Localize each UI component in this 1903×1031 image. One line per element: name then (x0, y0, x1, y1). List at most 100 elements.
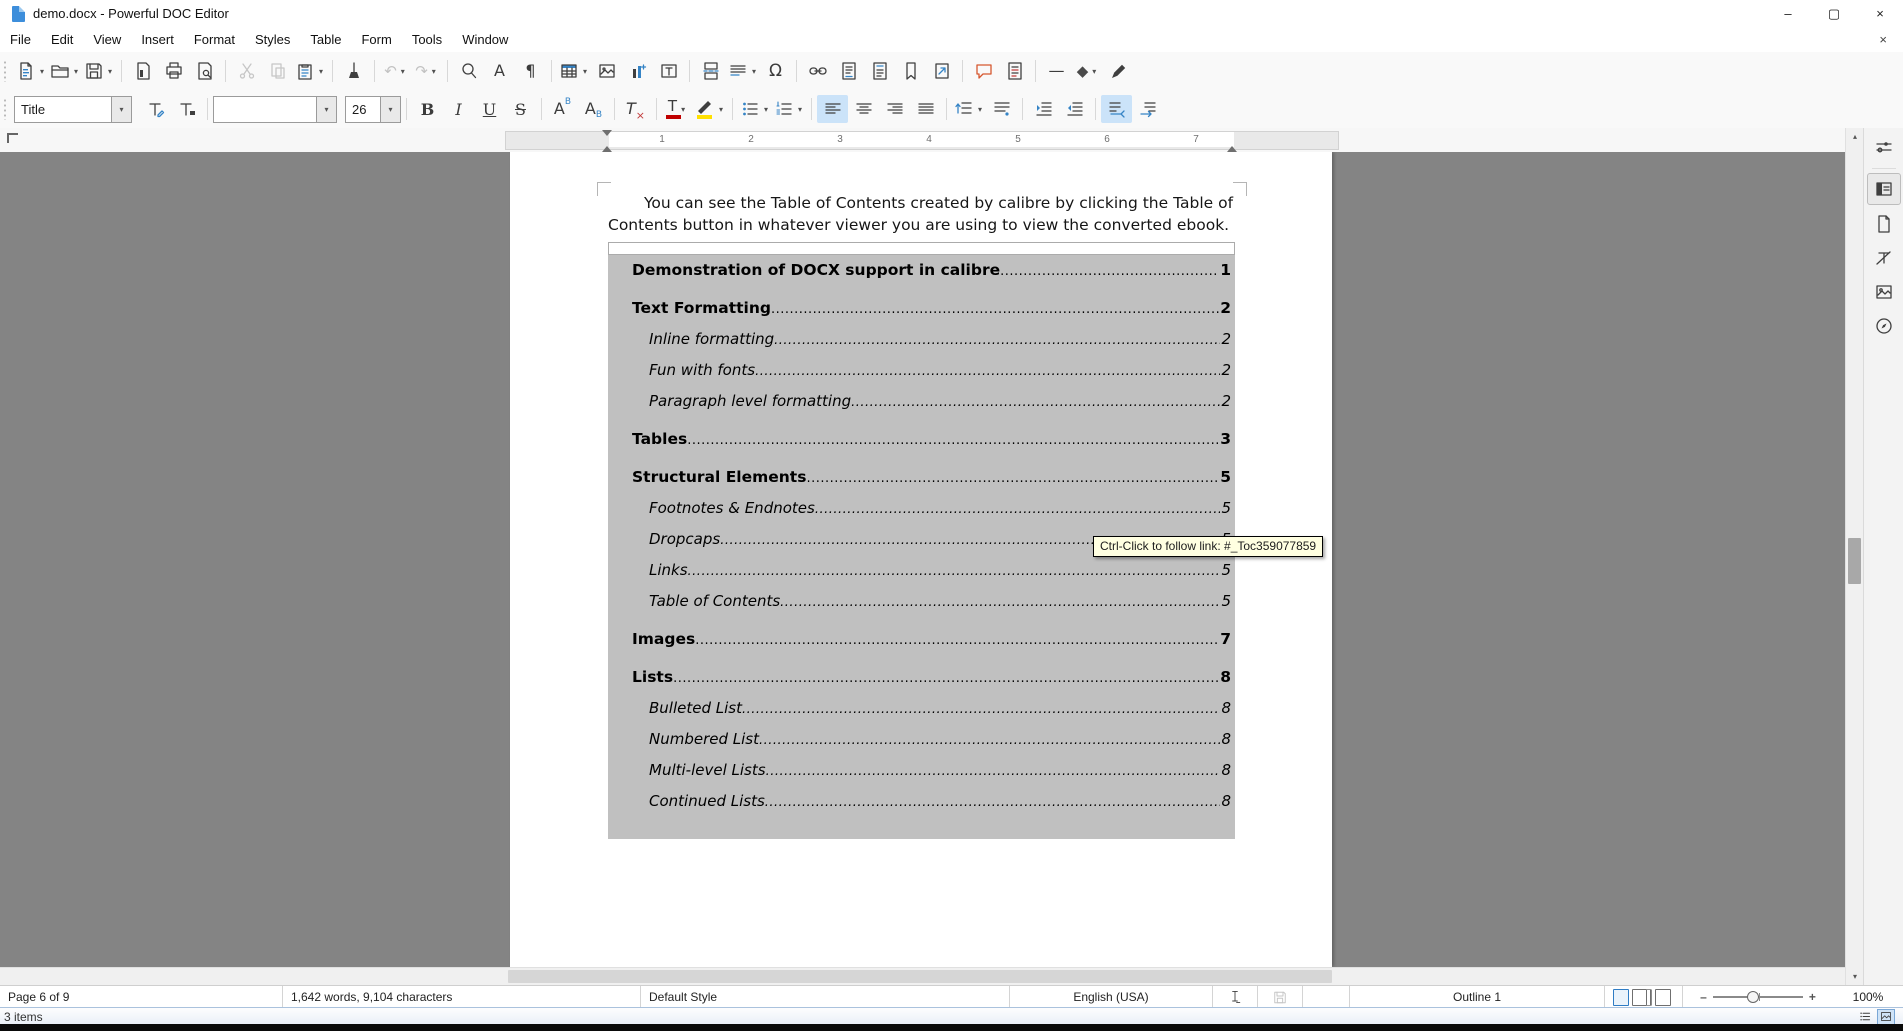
toc-page-number[interactable]: 5 (1220, 560, 1231, 581)
line-spacing-button[interactable]: ▾ (952, 95, 986, 123)
insert-textbox-button[interactable] (653, 57, 684, 85)
print-preview-button[interactable] (189, 57, 220, 85)
zoom-slider-track[interactable] (1712, 991, 1803, 1003)
toc-entry[interactable]: Multi-level Lists 8 (632, 760, 1231, 782)
basic-shapes-button[interactable]: ◆ ▾ (1072, 57, 1103, 85)
toc-entry[interactable]: Structural Elements 5 (632, 467, 1231, 489)
bold-button[interactable]: B (412, 95, 443, 123)
numbered-list-button[interactable]: ▾ (772, 95, 806, 123)
toc-entry-label[interactable]: Bulleted List (649, 698, 742, 719)
toc-page-number[interactable]: 3 (1219, 429, 1231, 450)
insert-endnote-button[interactable] (864, 57, 895, 85)
toc-page-number[interactable]: 8 (1220, 791, 1231, 812)
toc-entry[interactable]: Demonstration of DOCX support in calibre… (632, 260, 1231, 282)
superscript-button[interactable]: A B (547, 95, 578, 123)
vertical-scrollbar[interactable]: ▴ ▾ (1845, 128, 1864, 985)
insert-table-button[interactable]: ▾ (557, 57, 591, 85)
dropdown-caret[interactable]: ▾ (762, 105, 770, 114)
sidebar-settings-button[interactable] (1868, 132, 1900, 162)
toc-entry-label[interactable]: Images (632, 629, 695, 650)
toc-entry[interactable]: Continued Lists 8 (632, 791, 1231, 813)
dropdown-caret[interactable]: ▾ (317, 67, 325, 76)
paragraph-style-select[interactable]: Title ▾ (14, 95, 132, 123)
toc-entry-label[interactable]: Dropcaps (649, 529, 720, 550)
export-pdf-button[interactable] (127, 57, 158, 85)
underline-button[interactable]: U (474, 95, 505, 123)
status-save-indicator[interactable] (1258, 986, 1303, 1008)
toc-entry[interactable]: Footnotes & Endnotes 5 (632, 498, 1231, 520)
new-style-button[interactable] (171, 95, 202, 123)
document-close-icon[interactable]: × (1873, 32, 1893, 47)
toc-entry-label[interactable]: Multi-level Lists (649, 760, 766, 781)
italic-button[interactable]: I (443, 95, 474, 123)
horizontal-scrollbar[interactable] (0, 967, 1845, 986)
menu-item-table[interactable]: Table (300, 29, 351, 50)
new-document-button[interactable]: ▾ (14, 57, 48, 85)
open-button[interactable]: ▾ (48, 57, 82, 85)
close-button[interactable]: × (1857, 0, 1903, 27)
toc-entry[interactable]: Inline formatting 2 (632, 329, 1231, 351)
insert-footnote-button[interactable] (833, 57, 864, 85)
copy-button[interactable] (262, 57, 293, 85)
body-paragraph[interactable]: You can see the Table of Contents create… (608, 192, 1235, 236)
clear-formatting-button[interactable]: T × (620, 95, 651, 123)
single-page-view-icon[interactable] (1613, 988, 1629, 1006)
left-to-right-button[interactable] (1101, 95, 1132, 123)
toc-entry-label[interactable]: Links (649, 560, 688, 581)
insert-comment-button[interactable] (968, 57, 999, 85)
toc-entry-label[interactable]: Paragraph level formatting (649, 391, 851, 412)
decrease-indent-button[interactable] (1059, 95, 1090, 123)
status-page-style[interactable]: Default Style (641, 986, 1010, 1008)
dropdown-caret[interactable]: ▾ (399, 67, 407, 76)
insert-chart-button[interactable] (622, 57, 653, 85)
toc-page-number[interactable]: 5 (1219, 467, 1231, 488)
redo-button[interactable]: ↷ ▾ (411, 57, 442, 85)
font-name-select[interactable]: ▾ (213, 95, 337, 123)
toolbar-grip[interactable] (3, 60, 8, 82)
align-center-button[interactable] (848, 95, 879, 123)
toc-entry-label[interactable]: Tables (632, 429, 687, 450)
dropdown-caret[interactable]: ▾ (72, 67, 80, 76)
save-button[interactable]: ▾ (82, 57, 116, 85)
right-indent-marker[interactable] (1227, 141, 1237, 152)
cut-button[interactable] (231, 57, 262, 85)
status-language[interactable]: English (USA) (1010, 986, 1213, 1008)
insert-cross-reference-button[interactable] (926, 57, 957, 85)
paste-button[interactable]: ▾ (293, 57, 327, 85)
chevron-down-icon[interactable]: ▾ (316, 96, 336, 122)
insert-hyperlink-button[interactable] (802, 57, 833, 85)
subscript-button[interactable]: A B (578, 95, 609, 123)
toc-entry-label[interactable]: Text Formatting (632, 298, 771, 319)
left-indent-marker[interactable] (602, 141, 612, 152)
dropdown-caret[interactable]: ▾ (1090, 67, 1098, 76)
toc-entry[interactable]: Numbered List 8 (632, 729, 1231, 751)
font-size-select[interactable]: 26 ▾ (345, 95, 401, 123)
minimize-button[interactable]: – (1765, 0, 1811, 27)
toc-entry[interactable]: Images 7 (632, 629, 1231, 651)
toc-page-number[interactable]: 8 (1220, 698, 1231, 719)
toc-page-number[interactable]: 5 (1220, 498, 1231, 519)
toc-entry-label[interactable]: Numbered List (649, 729, 759, 750)
freeform-line-button[interactable] (1103, 57, 1134, 85)
horizontal-scrollbar-thumb[interactable] (508, 970, 1332, 983)
highlight-color-button[interactable]: ▾ (693, 95, 727, 123)
zoom-slider-thumb[interactable] (1746, 991, 1759, 1003)
find-replace-button[interactable] (453, 57, 484, 85)
status-outline-level[interactable]: Outline 1 (1350, 986, 1605, 1008)
toc-entry-label[interactable]: Inline formatting (649, 329, 774, 350)
toc-entry-label[interactable]: Lists (632, 667, 673, 688)
toc-page-number[interactable]: 8 (1220, 760, 1231, 781)
toc-page-number[interactable]: 5 (1220, 591, 1231, 612)
dropdown-caret[interactable]: ▾ (750, 67, 758, 76)
print-button[interactable] (158, 57, 189, 85)
sidebar-page-button[interactable] (1868, 209, 1900, 239)
toc-page-number[interactable]: 1 (1219, 260, 1231, 281)
status-page-number[interactable]: Page 6 of 9 (0, 986, 283, 1008)
align-left-button[interactable] (817, 95, 848, 123)
toc-entry-label[interactable]: Fun with fonts (649, 360, 755, 381)
chevron-down-icon[interactable]: ▾ (111, 96, 131, 122)
book-view-icon[interactable] (1655, 988, 1672, 1006)
insert-bookmark-button[interactable] (895, 57, 926, 85)
toc-page-number[interactable]: 8 (1220, 729, 1231, 750)
toc-entry[interactable]: Lists 8 (632, 667, 1231, 689)
